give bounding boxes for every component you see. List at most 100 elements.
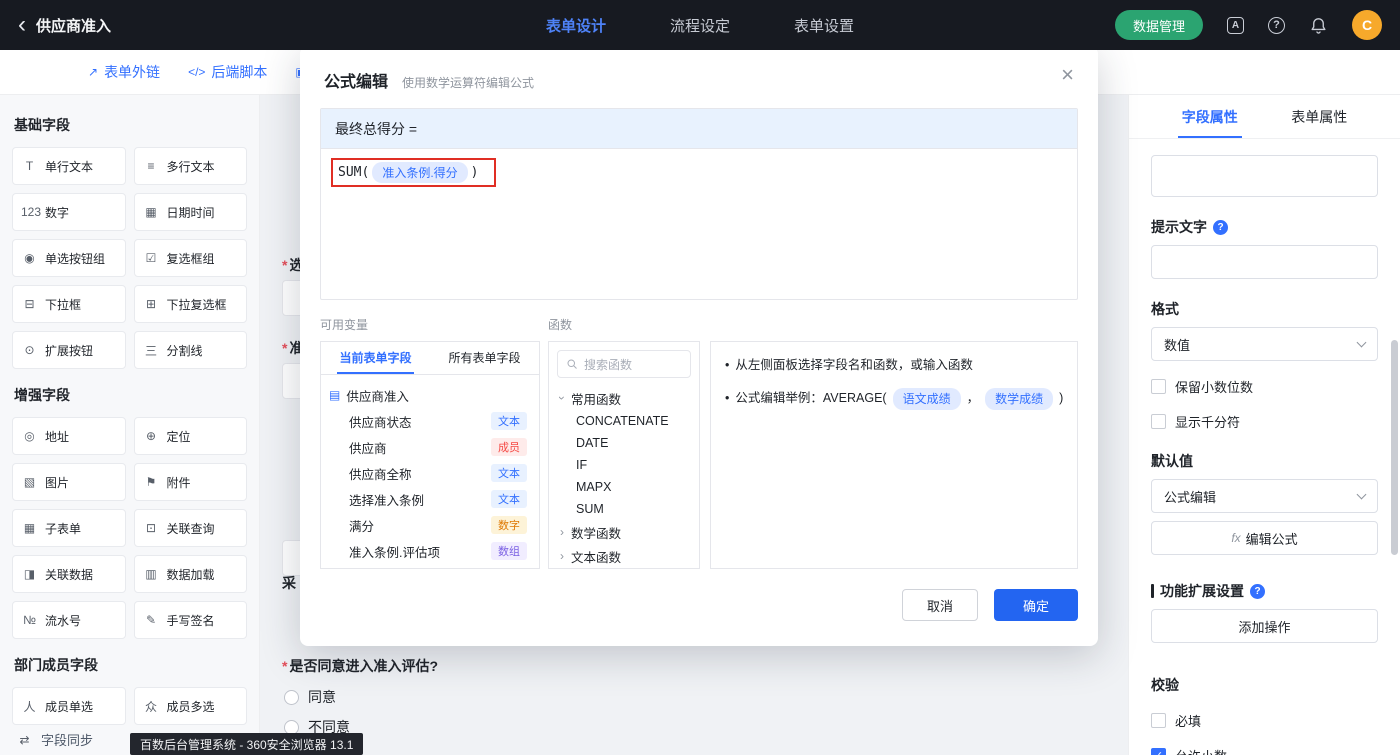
- allow-decimal-checkbox[interactable]: ✓ 允许小数: [1151, 746, 1378, 755]
- formula-editor[interactable]: SUM( 准入条例.得分 ): [321, 149, 1077, 299]
- palette-item-label: 日期时间: [167, 204, 215, 221]
- tab-form-properties[interactable]: 表单属性: [1291, 95, 1347, 138]
- function-item[interactable]: MAPX: [549, 476, 699, 498]
- bullet: •: [725, 389, 729, 408]
- palette-item[interactable]: №流水号: [12, 601, 126, 639]
- function-group[interactable]: ›常用函数: [549, 386, 699, 410]
- extension-help-icon[interactable]: ?: [1250, 584, 1265, 599]
- hint-text-input[interactable]: [1151, 245, 1378, 279]
- variable-row[interactable]: 供应商全称文本: [329, 460, 531, 486]
- checkbox-checked-icon: ✓: [1151, 748, 1166, 755]
- palette-item[interactable]: ⊡关联查询: [134, 509, 248, 547]
- function-item[interactable]: DATE: [549, 432, 699, 454]
- palette-item[interactable]: ▦日期时间: [134, 193, 248, 231]
- hint-help-icon[interactable]: ?: [1213, 220, 1228, 235]
- default-value-text: 默认值: [1151, 451, 1193, 471]
- close-icon[interactable]: ×: [1061, 64, 1074, 86]
- avatar[interactable]: C: [1352, 10, 1382, 40]
- palette-item[interactable]: ⊟下拉框: [12, 285, 126, 323]
- help-icon[interactable]: ?: [1268, 17, 1285, 34]
- palette-item[interactable]: ◨关联数据: [12, 555, 126, 593]
- palette-item[interactable]: 123数字: [12, 193, 126, 231]
- translate-icon-glyph: A: [1227, 17, 1244, 34]
- palette-item[interactable]: ◉单选按钮组: [12, 239, 126, 277]
- toolbar-link-label: 表单外链: [104, 62, 160, 82]
- help-example-suffix: ): [1059, 389, 1063, 408]
- function-search-input[interactable]: 搜索函数: [557, 350, 691, 378]
- tab-all-form-fields[interactable]: 所有表单字段: [430, 342, 539, 374]
- variable-row[interactable]: 供应商状态文本: [329, 408, 531, 434]
- variable-row[interactable]: 满分数字: [329, 512, 531, 538]
- palette-item[interactable]: ✎手写签名: [134, 601, 248, 639]
- properties-tabs: 字段属性 表单属性: [1129, 95, 1400, 139]
- confirm-button[interactable]: 确定: [994, 589, 1078, 621]
- divider-icon: 三: [143, 342, 160, 359]
- variables-root[interactable]: ▤ 供应商准入: [329, 382, 531, 408]
- function-group[interactable]: ›数学函数: [549, 520, 699, 544]
- palette-item[interactable]: 三分割线: [134, 331, 248, 369]
- palette-item[interactable]: ▦子表单: [12, 509, 126, 547]
- topbar-tab[interactable]: 表单设计: [546, 15, 606, 36]
- dropdown-multi-icon: ⊞: [143, 297, 160, 311]
- palette-section-title: 部门成员字段: [14, 655, 245, 675]
- topbar-tab[interactable]: 表单设置: [794, 15, 854, 36]
- palette-item[interactable]: 众成员多选: [134, 687, 248, 725]
- function-item[interactable]: IF: [549, 454, 699, 476]
- variable-row[interactable]: 准入条例.评估项数组: [329, 538, 531, 564]
- radio-option-agree[interactable]: 同意: [284, 687, 336, 707]
- toolbar-link[interactable]: </>后端脚本: [188, 62, 267, 82]
- function-item[interactable]: SUM: [549, 498, 699, 520]
- number-icon: 123: [21, 205, 38, 219]
- back-icon[interactable]: ‹: [18, 13, 26, 37]
- scrollbar-thumb[interactable]: [1391, 340, 1398, 555]
- field-name-input[interactable]: [1151, 155, 1378, 197]
- palette-item-label: 分割线: [167, 342, 203, 359]
- checkbox-label: 显示千分符: [1175, 412, 1240, 431]
- tab-current-form-fields[interactable]: 当前表单字段: [321, 342, 430, 374]
- keep-decimals-checkbox[interactable]: 保留小数位数: [1151, 377, 1378, 396]
- default-value-select[interactable]: 公式编辑: [1151, 479, 1378, 513]
- palette-item-label: 手写签名: [167, 612, 215, 629]
- edit-formula-label: 编辑公式: [1246, 529, 1298, 548]
- palette-item[interactable]: ≡多行文本: [134, 147, 248, 185]
- palette-item[interactable]: ⚑附件: [134, 463, 248, 501]
- required-checkbox[interactable]: 必填: [1151, 711, 1378, 730]
- variable-type-tag: 成员: [491, 438, 527, 456]
- function-item[interactable]: CONCATENATE: [549, 410, 699, 432]
- palette-item[interactable]: ⊙扩展按钮: [12, 331, 126, 369]
- question-text: 是否同意进入准入评估?: [289, 658, 438, 674]
- extension-settings-text: 功能扩展设置: [1160, 581, 1244, 601]
- palette-item[interactable]: ▥数据加载: [134, 555, 248, 593]
- palette-item[interactable]: ⊕定位: [134, 417, 248, 455]
- data-manage-button[interactable]: 数据管理: [1115, 10, 1203, 40]
- palette-item[interactable]: 人成员单选: [12, 687, 126, 725]
- palette-item-label: 多行文本: [167, 158, 215, 175]
- function-group[interactable]: ›文本函数: [549, 544, 699, 568]
- variable-row[interactable]: 供应商成员: [329, 434, 531, 460]
- edit-formula-button[interactable]: fx 编辑公式: [1151, 521, 1378, 555]
- variable-type-tag: 文本: [491, 490, 527, 508]
- formula-function: SUM(: [338, 165, 369, 180]
- palette-item[interactable]: ⊞下拉复选框: [134, 285, 248, 323]
- palette-item[interactable]: ☑复选框组: [134, 239, 248, 277]
- bell-icon[interactable]: [1309, 16, 1328, 35]
- chevron-down-icon: [1357, 489, 1367, 499]
- formula-field-pill[interactable]: 准入条例.得分: [372, 162, 467, 183]
- palette-item[interactable]: T单行文本: [12, 147, 126, 185]
- thousands-separator-checkbox[interactable]: 显示千分符: [1151, 412, 1378, 431]
- palette-item[interactable]: ◎地址: [12, 417, 126, 455]
- translate-icon[interactable]: A: [1227, 17, 1244, 34]
- tab-field-properties[interactable]: 字段属性: [1182, 95, 1238, 138]
- chevron-right-icon: ›: [557, 549, 567, 563]
- format-select[interactable]: 数值: [1151, 327, 1378, 361]
- palette-item-label: 单选按钮组: [45, 250, 105, 267]
- topbar-tab[interactable]: 流程设定: [670, 15, 730, 36]
- variable-row[interactable]: 选择准入条例文本: [329, 486, 531, 512]
- field-sync-item[interactable]: ⇄ 字段同步: [16, 730, 93, 749]
- cancel-button[interactable]: 取消: [902, 589, 978, 621]
- variables-tree: ▤ 供应商准入 供应商状态文本供应商成员供应商全称文本选择准入条例文本满分数字准…: [321, 375, 539, 568]
- add-action-button[interactable]: 添加操作: [1151, 609, 1378, 643]
- toolbar-link[interactable]: ↗表单外链: [88, 62, 160, 82]
- palette-item[interactable]: ▧图片: [12, 463, 126, 501]
- palette-section: 增强字段◎地址⊕定位▧图片⚑附件▦子表单⊡关联查询◨关联数据▥数据加载№流水号✎…: [12, 385, 247, 639]
